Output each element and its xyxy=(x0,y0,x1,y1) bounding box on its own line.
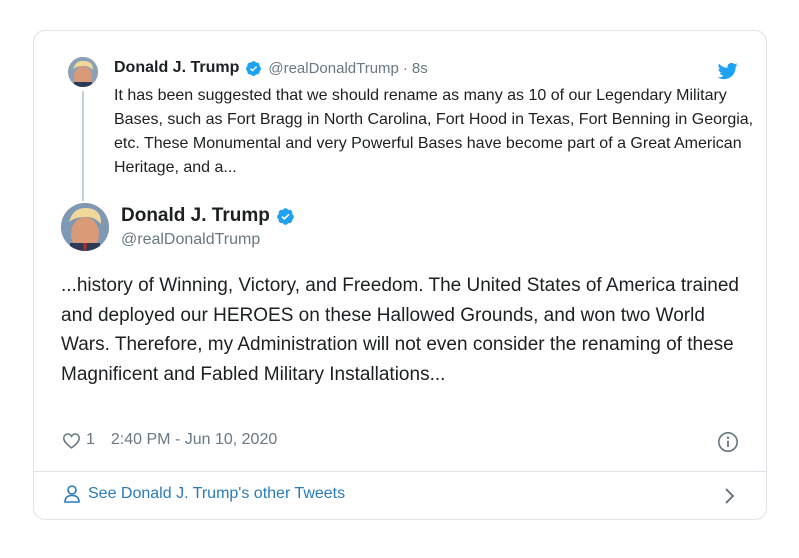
card-divider xyxy=(34,471,766,472)
separator-dot: · xyxy=(402,59,408,77)
main-tweet-text: ...history of Winning, Victory, and Free… xyxy=(61,275,739,385)
parent-tweet-text: It has been suggested that we should ren… xyxy=(114,87,754,176)
main-author-name[interactable]: Donald J. Trump xyxy=(121,205,270,227)
parent-author-handle[interactable]: @realDonaldTrump xyxy=(268,60,399,77)
parent-avatar[interactable] xyxy=(68,57,98,87)
twitter-bird-icon[interactable] xyxy=(718,61,738,81)
main-author-handle[interactable]: @realDonaldTrump xyxy=(121,231,260,249)
chevron-right-icon[interactable] xyxy=(724,487,736,505)
parent-tweet-time[interactable]: 8s xyxy=(412,60,428,77)
like-count[interactable]: 1 xyxy=(86,431,95,449)
heart-icon[interactable] xyxy=(62,432,81,449)
see-other-tweets-label: See Donald J. Trump's other Tweets xyxy=(88,485,346,502)
main-avatar[interactable] xyxy=(61,203,109,251)
see-other-tweets-link[interactable]: See Donald J. Trump's other Tweets xyxy=(64,485,345,503)
tweet-meta-row: 1 2:40 PM - Jun 10, 2020 xyxy=(62,431,277,449)
person-icon xyxy=(64,485,80,503)
parent-author-name[interactable]: Donald J. Trump xyxy=(114,59,239,77)
info-icon[interactable] xyxy=(717,431,739,453)
embedded-tweet-card: Donald J. Trump @realDonaldTrump · 8s It… xyxy=(33,30,767,520)
parent-tweet-header: Donald J. Trump @realDonaldTrump · 8s xyxy=(114,59,428,77)
main-author-row: Donald J. Trump xyxy=(121,205,295,227)
verified-badge-icon xyxy=(246,60,262,76)
tweet-timestamp[interactable]: 2:40 PM - Jun 10, 2020 xyxy=(111,431,277,449)
thread-connector-line xyxy=(82,91,84,201)
verified-badge-icon xyxy=(277,207,294,225)
